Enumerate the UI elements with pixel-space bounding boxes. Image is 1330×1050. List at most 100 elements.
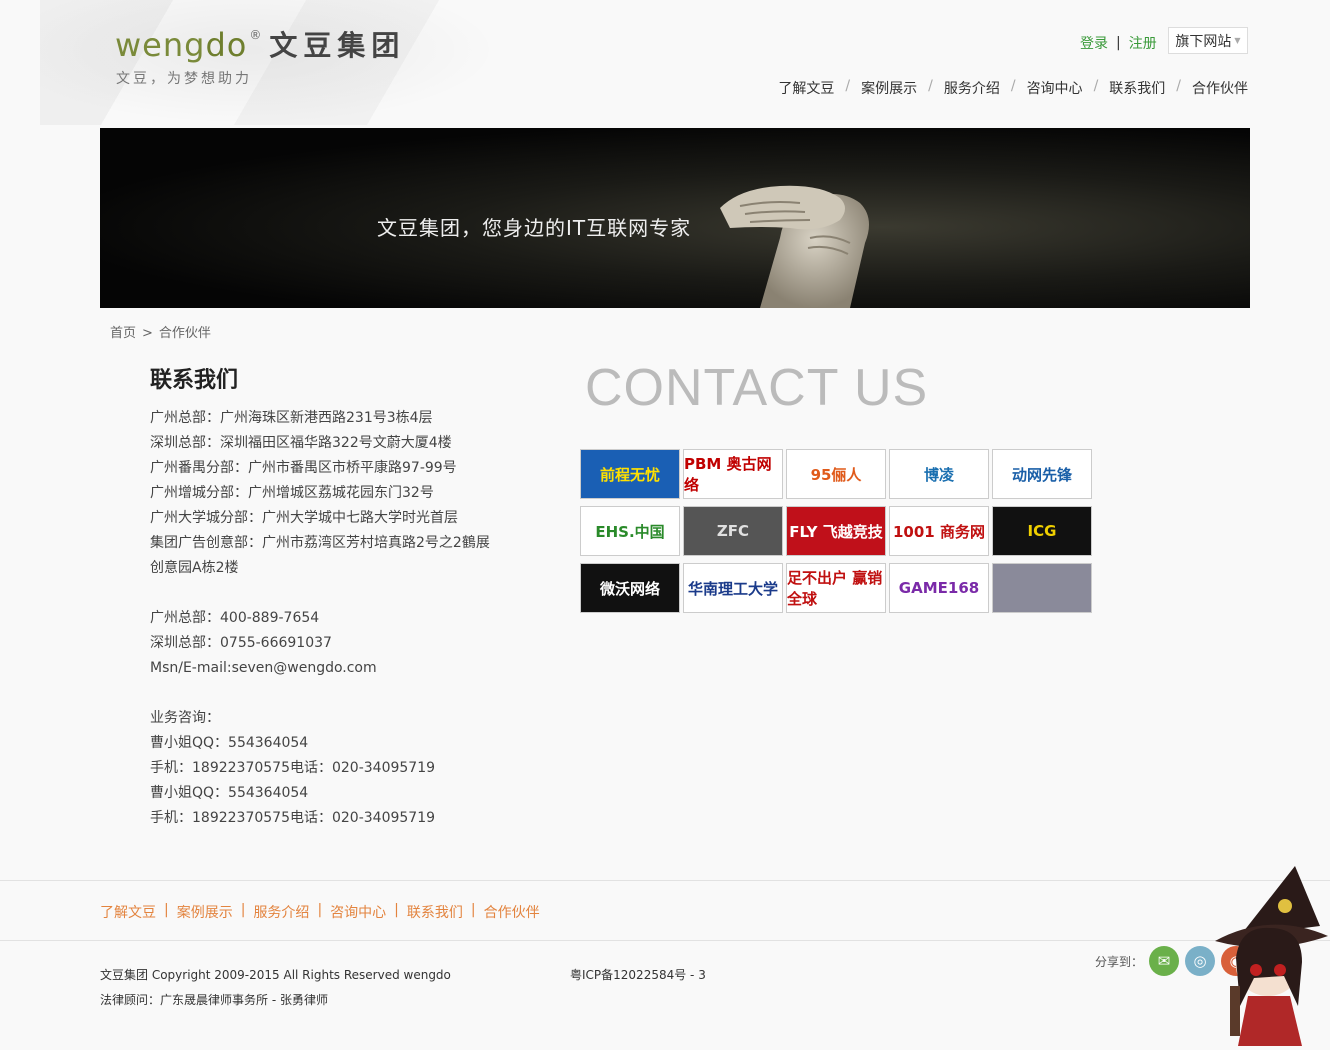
contact-line: 业务咨询： (150, 710, 220, 726)
sub-sites-dropdown[interactable]: 旗下网站 ▼ (1168, 27, 1248, 54)
partner-logo[interactable]: ZFC (683, 506, 783, 556)
contact-line: 广州总部：400-889-7654 (150, 610, 320, 626)
contact-line: 广州番禺分部：广州市番禺区市桥平康路97-99号 (150, 460, 457, 476)
link-separator: | (1116, 35, 1121, 51)
logo[interactable]: wengdo ® 文豆集团 (115, 24, 405, 64)
copyright-text: 文豆集团 Copyright 2009-2015 All Rights Rese… (100, 968, 451, 982)
login-link[interactable]: 登录 (1080, 33, 1108, 53)
partner-logo-text: 95俪人 (810, 465, 862, 484)
icp-license[interactable]: 粤ICP备12022584号 - 3 (570, 966, 706, 983)
handshake-image (720, 185, 869, 308)
partner-logo-text: 微沃网络 (599, 579, 660, 598)
footer-nav: 了解文豆 | 案例展示 | 服务介绍 | 咨询中心 | 联系我们 | 合作伙伴 (100, 902, 540, 922)
contact-spacer (150, 681, 500, 706)
nav-separator: / (1176, 78, 1181, 94)
mascot-character (1215, 866, 1328, 1046)
footer-separator: | (394, 902, 399, 918)
footer-link-consulting[interactable]: 咨询中心 (330, 902, 386, 922)
register-link[interactable]: 注册 (1129, 33, 1157, 53)
contact-line: 广州增城分部：广州增城区荔城花园东门32号 (150, 485, 434, 501)
hero-banner: 文豆集团，您身边的IT互联网专家 (100, 128, 1250, 308)
partner-logo[interactable]: 前程无忧 (580, 449, 680, 499)
partner-logos: 前程无忧 PBM 奥古网络 95俪人 博凌 动网先锋 EHS.中国 ZFC FLY 飞越竞技 1… (580, 449, 1100, 620)
wechat-icon[interactable]: ✉ (1149, 946, 1180, 976)
banner-slogan: 文豆集团，您身边的IT互联网专家 (377, 216, 692, 240)
nav-separator: / (1093, 78, 1099, 94)
footer-link-contact[interactable]: 联系我们 (407, 902, 463, 922)
contact-line: 广州大学城分部：广州大学城中七路大学时光首层 (150, 510, 458, 526)
nav-item-about[interactable]: 了解文豆 (778, 78, 834, 98)
page: wengdo ® 文豆集团 文豆，为梦想助力 登录 | 注册 旗下网站 ▼ 了解… (0, 0, 1330, 1050)
partner-logo[interactable]: 95俪人 (786, 449, 886, 499)
partner-logo[interactable]: EHS.中国 (580, 506, 680, 556)
nav-item-cases[interactable]: 案例展示 (861, 78, 917, 98)
footer-divider (0, 940, 1330, 941)
partner-logo[interactable]: FLY 飞越竞技 (786, 506, 886, 556)
sub-sites-label: 旗下网站 (1175, 33, 1232, 50)
partner-logo[interactable]: 微沃网络 (580, 563, 680, 613)
contact-spacer (150, 581, 500, 606)
partner-logo[interactable]: PBM 奥古网络 (683, 449, 783, 499)
footer-link-services[interactable]: 服务介绍 (253, 902, 309, 922)
contact-line: 集团广告创意部：广州市荔湾区芳村培真路2号之2鶴展 (150, 535, 490, 551)
partner-logo[interactable]: 华南理工大学 (683, 563, 783, 613)
footer-link-partners[interactable]: 合作伙伴 (484, 902, 540, 922)
footer-separator: | (164, 902, 169, 918)
nav-separator: / (1010, 78, 1016, 94)
contact-line: 创意园A栋2楼 (150, 560, 239, 576)
footer-link-cases[interactable]: 案例展示 (177, 902, 233, 922)
nav-separator: / (845, 78, 851, 94)
chevron-down-icon: ▼ (1234, 36, 1241, 45)
contact-line: 深圳总部：深圳福田区福华路322号文蔚大厦4楼 (150, 435, 452, 451)
partner-logo[interactable]: GAME168 (889, 563, 989, 613)
breadcrumb-current: 合作伙伴 (158, 326, 211, 341)
partner-logo-text: 足不出户 赢销全球 (787, 569, 883, 608)
footer-separator: | (240, 902, 246, 918)
partner-logo[interactable]: 足不出户 赢销全球 (786, 563, 886, 613)
partner-row: 前程无忧 PBM 奥古网络 95俪人 博凌 动网先锋 (580, 449, 1100, 499)
footer-separator: | (317, 902, 323, 918)
partner-logo[interactable]: 动网先锋 (992, 449, 1092, 499)
partner-logo-text: ICG (1027, 522, 1057, 540)
partner-logo-text: EHS.中国 (595, 522, 665, 541)
contact-line: 深圳总部：0755-66691037 (150, 635, 332, 651)
partner-logo-text: PBM 奥古网络 (684, 455, 772, 494)
main-nav: 了解文豆 / 案例展示 / 服务介绍 / 咨询中心 / 联系我们 / 合作伙伴 (778, 78, 1248, 98)
account-links: 登录 | 注册 (1080, 33, 1157, 53)
nav-item-contact[interactable]: 联系我们 (1109, 78, 1165, 98)
footer-link-about[interactable]: 了解文豆 (100, 902, 156, 922)
nav-item-services[interactable]: 服务介绍 (944, 78, 1000, 98)
breadcrumb-home[interactable]: 首页 (110, 326, 136, 341)
contact-title: 联系我们 (150, 368, 239, 393)
contact-line: 曹小姐QQ：554364054 (150, 735, 309, 751)
contact-line: 手机：18922370575电话：020-34095719 (150, 810, 436, 826)
partner-logo-text: ZFC (716, 522, 750, 540)
breadcrumb-separator: > (142, 326, 153, 341)
partner-logo[interactable] (992, 563, 1092, 613)
partner-row: EHS.中国 ZFC FLY 飞越竞技 1001 商务网 ICG (580, 506, 1100, 556)
contact-us-heading: CONTACT US (585, 359, 929, 417)
logo-chinese-name: 文豆集团 (269, 29, 406, 62)
contact-line: 手机：18922370575电话：020-34095719 (150, 760, 436, 776)
partner-logo-text: 华南理工大学 (687, 579, 778, 598)
partner-logo[interactable]: 博凌 (889, 449, 989, 499)
header: wengdo ® 文豆集团 文豆，为梦想助力 登录 | 注册 旗下网站 ▼ 了解… (0, 0, 1330, 125)
footer-separator: | (470, 902, 476, 918)
contact-line: 广州总部：广州海珠区新港西路231号3栋4层 (150, 410, 433, 426)
partner-logo-text: FLY 飞越竞技 (789, 522, 883, 541)
contact-line: Msn/E-mail:seven@wengdo.com (150, 660, 377, 676)
partner-row: 微沃网络 华南理工大学 足不出户 赢销全球 GAME168 (580, 563, 1100, 613)
tagline: 文豆，为梦想助力 (116, 71, 252, 87)
share-label: 分享到： (1095, 954, 1144, 969)
logo-word: wengdo (115, 26, 248, 64)
contact-info: 广州总部：广州海珠区新港西路231号3栋4层深圳总部：深圳福田区福华路322号文… (150, 406, 500, 831)
partner-logo-text: 前程无忧 (599, 465, 660, 484)
logo-registered-mark: ® (249, 28, 262, 42)
nav-item-consulting[interactable]: 咨询中心 (1027, 78, 1083, 98)
partner-logo[interactable]: 1001 商务网 (889, 506, 989, 556)
nav-item-partners[interactable]: 合作伙伴 (1192, 78, 1248, 98)
contact-line: 曹小姐QQ：554364054 (150, 785, 309, 801)
partner-logo-text: GAME168 (898, 579, 980, 597)
partner-logo[interactable]: ICG (992, 506, 1092, 556)
partner-logo-text: 动网先锋 (1011, 465, 1072, 484)
